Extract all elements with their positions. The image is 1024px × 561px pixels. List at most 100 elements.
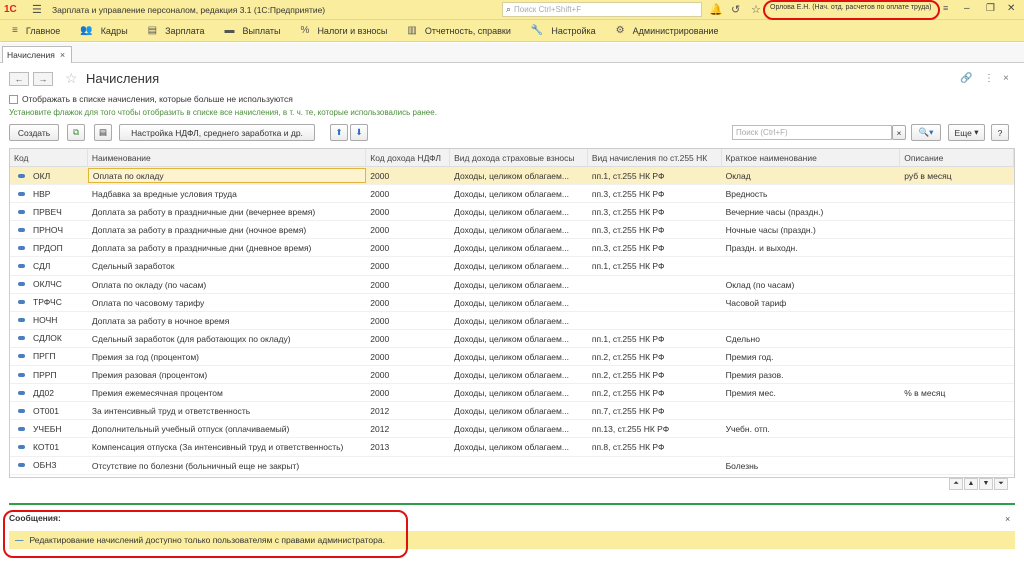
table-row[interactable]: ОБНЗ Отсутствие по болезни (больничный ещ… — [10, 457, 1014, 475]
cell-text: ДД02 — [33, 387, 54, 398]
table-cell: Надбавка за вредные условия труда — [91, 189, 237, 200]
move-up-button[interactable]: ⬆ — [330, 124, 348, 141]
menu-payments[interactable]: ▬ Выплаты — [225, 25, 281, 36]
table-row[interactable]: ПРНОЧ Доплата за работу в праздничные дни… — [10, 221, 1014, 240]
list-search-input[interactable]: Поиск (Ctrl+F) — [732, 125, 892, 140]
scroll-bottom-button[interactable]: ⏷ — [994, 478, 1008, 490]
cell-text: ОКЛЧС — [33, 279, 62, 290]
cell-text: ПРДОП — [33, 242, 63, 253]
table-cell — [900, 203, 1014, 220]
table-row[interactable]: КОТ01 Компенсация отпуска (За интенсивный… — [10, 438, 1014, 457]
cell-text: ОТ001 — [33, 405, 59, 416]
menu-settings[interactable]: 🔧 Настройка — [531, 25, 596, 36]
table-row[interactable]: ПРДОП Доплата за работу в праздничные дни… — [10, 239, 1014, 258]
favorites-star-icon[interactable]: ☆ — [751, 3, 761, 16]
table-row[interactable]: ПРГП Премия за год (процентом) 2000 Доходы,… — [10, 348, 1014, 367]
table-cell: Сдельный заработок (для работающих по ок… — [91, 333, 291, 344]
table-row[interactable]: ПРРП Премия разовая (процентом) 2000 Доходы… — [10, 366, 1014, 385]
menu-hr[interactable]: 👥 Кадры — [80, 25, 127, 36]
table-row[interactable]: НОЧН Доплата за работу в ночное время 2000… — [10, 312, 1014, 330]
close-messages-icon[interactable]: × — [1005, 514, 1010, 524]
table-cell: 2000 — [370, 297, 390, 308]
menu-reports[interactable]: ▥ Отчетность, справки — [407, 25, 511, 36]
settings-menu-icon[interactable]: ≡ — [943, 3, 948, 13]
table-row[interactable]: ТРФЧС Оплата по часовому тарифу 2000 Доходы… — [10, 294, 1014, 312]
table-cell — [900, 239, 1014, 256]
table-cell: пп.7, ст.255 НК РФ — [591, 406, 665, 417]
scroll-top-button[interactable]: ⏶ — [949, 478, 963, 490]
column-header[interactable]: Вид дохода страховые взносы — [450, 149, 588, 166]
table-row[interactable]: СДЛ Сдельный заработок 2000 Доходы, целиком… — [10, 257, 1014, 276]
move-down-button[interactable]: ⬇ — [350, 124, 368, 141]
global-search-input[interactable]: ⌕ Поиск Ctrl+Shift+F — [502, 2, 702, 17]
close-form-icon[interactable]: × — [1003, 73, 1009, 84]
table-row[interactable]: СДЛОК Сдельный заработок (для работающих … — [10, 330, 1014, 348]
list-button[interactable]: ▤ — [94, 124, 112, 141]
table-cell: % в месяц — [904, 388, 946, 399]
table-cell: 2000 — [370, 315, 390, 326]
search-button[interactable]: 🔍▾ — [911, 124, 941, 141]
forward-button[interactable]: → — [33, 72, 53, 86]
link-icon[interactable]: 🔗 — [960, 73, 972, 84]
column-header[interactable]: Краткое наименование — [722, 149, 901, 166]
create-button[interactable]: Создать — [9, 124, 59, 141]
table-row[interactable]: ОТ001 За интенсивный труд и ответственнос… — [10, 402, 1014, 421]
table-cell — [900, 185, 1014, 202]
copy-button[interactable]: ⧉ — [67, 124, 85, 141]
close-window-icon[interactable]: ✕ — [1007, 3, 1015, 14]
table-cell: Доплата за работу в праздничные дни (ноч… — [91, 225, 307, 236]
show-unused-checkbox-row[interactable]: Отображать в списке начисления, которые … — [9, 94, 293, 104]
card-icon: ▬ — [224, 25, 235, 36]
close-tab-icon[interactable]: × — [60, 50, 65, 60]
table-cell: 2000 — [370, 207, 390, 218]
column-header[interactable]: Описание — [900, 149, 1014, 166]
help-button[interactable]: ? — [991, 124, 1009, 141]
table-cell — [900, 438, 1014, 455]
more-actions-icon[interactable]: ⋮ — [984, 73, 994, 84]
accrual-type-icon — [18, 390, 25, 395]
column-header[interactable]: Код дохода НДФЛ — [366, 149, 451, 166]
scroll-down-button[interactable]: ▼ — [979, 478, 993, 490]
bell-icon[interactable]: 🔔 — [709, 3, 723, 16]
table-cell: ПРГП — [10, 348, 88, 365]
table-row[interactable]: ОКЛ Оплата по окладу 2000 Доходы, целиком о… — [10, 167, 1014, 186]
cell-text: УЧЕБН — [33, 423, 62, 434]
people-icon: 👥 — [80, 25, 93, 36]
favorite-star-icon[interactable]: ☆ — [65, 70, 78, 87]
column-header[interactable]: Вид начисления по ст.255 НК — [588, 149, 722, 166]
accrual-type-icon — [18, 354, 25, 359]
table-cell: Премия мес. — [725, 388, 776, 399]
table-row[interactable]: ПРВЕЧ Доплата за работу в праздничные дни… — [10, 203, 1014, 222]
cell-text: СДЛ — [33, 261, 51, 272]
menu-admin[interactable]: ⚙ Администрирование — [616, 25, 719, 36]
scroll-up-button[interactable]: ▲ — [964, 478, 978, 490]
table-cell: Доходы, целиком облагаем... — [454, 370, 569, 381]
table-cell: 2000 — [370, 261, 390, 272]
menu-main[interactable]: ≡ Главное — [12, 25, 60, 36]
copy-icon: ⧉ — [72, 127, 80, 137]
minimize-icon[interactable]: ‒ — [964, 3, 970, 14]
table-cell: 2012 — [370, 424, 390, 435]
column-header[interactable]: Наименование — [88, 149, 367, 166]
menu-salary[interactable]: ▤ Зарплата — [148, 25, 205, 36]
tab-accruals[interactable]: Начисления × — [2, 46, 73, 63]
table-cell: 2000 — [370, 370, 390, 381]
ndfl-settings-button[interactable]: Настройка НДФЛ, среднего заработка и др. — [119, 124, 315, 141]
main-menu-icon[interactable]: ☰ — [32, 3, 44, 16]
gear-icon: ⚙ — [615, 25, 625, 36]
table-row[interactable]: ОКЛЧС Оплата по окладу (по часам) 2000 Дохо… — [10, 276, 1014, 294]
column-header[interactable]: Код — [10, 149, 88, 166]
wrench-icon: 🔧 — [530, 25, 544, 36]
table-row[interactable]: УЧЕБН Дополнительный учебный отпуск (опла… — [10, 420, 1014, 439]
table-row[interactable]: ДД02 Премия ежемесячная процентом 2000 Дохо… — [10, 384, 1014, 403]
table-row[interactable]: НВР Надбавка за вредные условия труда 2000… — [10, 185, 1014, 204]
table-cell: Доходы, целиком облагаем... — [454, 261, 569, 272]
more-button[interactable]: Еще ▾ — [948, 124, 985, 141]
table-cell: Доплата за работу в праздничные дни (веч… — [91, 207, 316, 218]
back-button[interactable]: ← — [9, 72, 29, 86]
maximize-icon[interactable]: ❐ — [986, 3, 995, 14]
clear-search-button[interactable]: × — [892, 125, 906, 140]
history-icon[interactable]: ↺ — [731, 3, 740, 16]
menu-taxes[interactable]: % Налоги и взносы — [301, 25, 388, 36]
show-unused-checkbox[interactable] — [9, 94, 18, 104]
